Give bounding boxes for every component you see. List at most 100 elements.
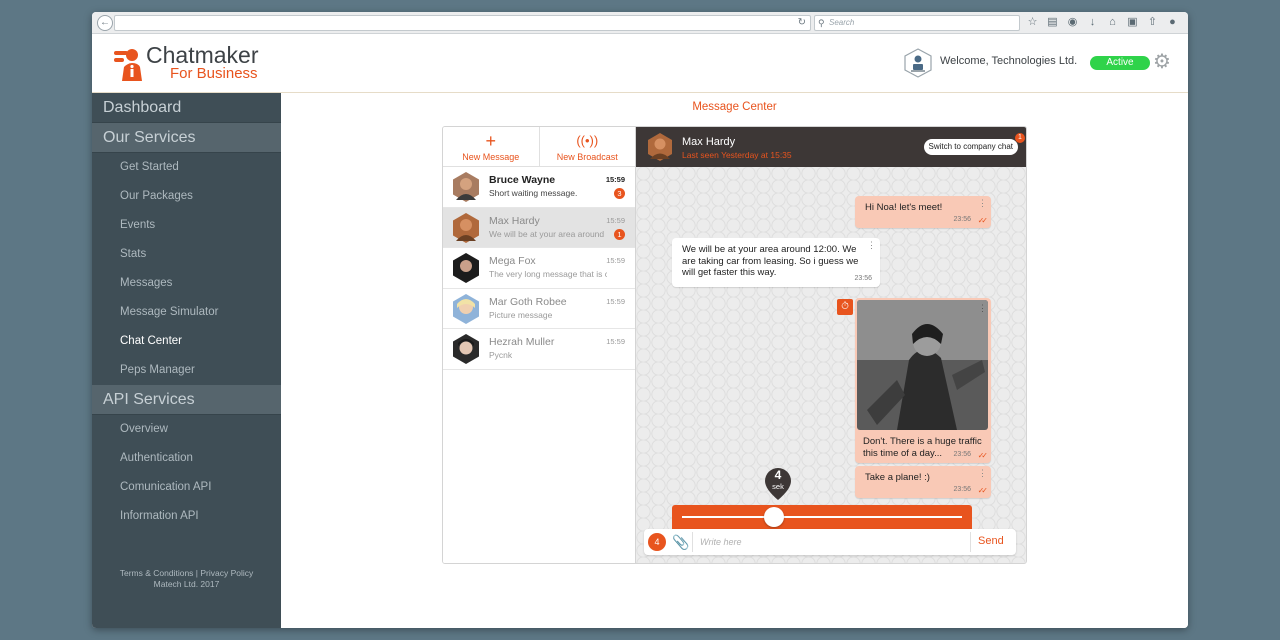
message-outgoing-picture[interactable]: ⋮ Don't. There is a huge traffic this ti… — [855, 298, 991, 463]
contact-name: Bruce Wayne — [489, 174, 556, 186]
chat-center: + New Message ((•)) New Broadcast Bruce … — [442, 126, 1027, 564]
chat-icon[interactable]: ● — [1166, 16, 1179, 29]
browser-search-input[interactable]: ⚲ Search — [814, 15, 1020, 31]
sidebar-item-get-started[interactable]: Get Started — [92, 153, 281, 182]
contact-name: Max Hardy — [489, 214, 540, 227]
reload-icon[interactable]: ↻ — [798, 17, 806, 28]
contact-name: Mar Goth Robee — [489, 295, 567, 308]
sidebar-item-comunication-api[interactable]: Comunication API — [92, 473, 281, 502]
message-outgoing[interactable]: Hi Noa! let's meet! ⋮ 23:56 ✓✓ — [855, 196, 991, 228]
download-icon[interactable]: ↓ — [1086, 16, 1099, 29]
new-broadcast-label: New Broadcast — [556, 152, 618, 162]
main-content: Message Center + New Message ((•)) New B… — [281, 93, 1188, 628]
browser-window: ← ↻ ⚲ Search ☆ ▤ ◉ ↓ ⌂ ▣ ⇧ ● ☰ C — [92, 12, 1188, 628]
contact-item[interactable]: Hezrah Muller Pycnk 15:59 — [443, 329, 635, 370]
message-text: We will be at your area around 12:00. We… — [682, 244, 859, 278]
contact-item-selected[interactable]: Max Hardy We will be at your area around… — [443, 207, 635, 248]
sidebar-item-overview[interactable]: Overview — [92, 415, 281, 444]
more-icon[interactable]: ⋮ — [978, 304, 987, 313]
chatmaker-logo-icon — [114, 49, 142, 81]
contact-last-message: The very long message that is cut — [489, 269, 607, 279]
more-icon[interactable]: ⋮ — [978, 199, 987, 208]
compose-divider — [692, 532, 693, 552]
sidebar-section-api-services[interactable]: API Services — [92, 385, 281, 415]
sidebar-item-information-api[interactable]: Information API — [92, 502, 281, 531]
footer-links[interactable]: Terms & Conditions | Privacy Policy — [92, 568, 281, 579]
pocket-icon[interactable]: ◉ — [1066, 16, 1079, 29]
message-outgoing[interactable]: Take a plane! :) ⋮ 23:56 ✓✓ — [855, 466, 991, 498]
message-input[interactable] — [700, 534, 960, 550]
clipboard-icon[interactable]: ▤ — [1046, 16, 1059, 29]
contact-item[interactable]: Mega Fox The very long message that is c… — [443, 248, 635, 289]
double-check-icon: ✓✓ — [977, 215, 989, 225]
contact-time: 15:59 — [606, 215, 625, 225]
contact-time: 15:59 — [606, 296, 625, 306]
contact-name: Hezrah Muller — [489, 336, 555, 348]
menu-icon[interactable]: ☰ — [1186, 16, 1189, 29]
switch-to-company-chat-button[interactable]: Switch to company chat — [923, 139, 1018, 155]
timer-value-number: 4 — [774, 468, 782, 482]
timer-value-unit: sek — [772, 482, 784, 491]
compose-bar: 4 📎 Send — [644, 529, 1016, 555]
new-message-button[interactable]: + New Message — [443, 127, 540, 166]
message-incoming[interactable]: We will be at your area around 12:00. We… — [672, 238, 880, 287]
message-time: 23:56 — [953, 215, 971, 223]
timer-toggle-button[interactable]: 4 — [648, 533, 666, 551]
sidebar-item-authentication[interactable]: Authentication — [92, 444, 281, 473]
sidebar-footer: Terms & Conditions | Privacy Policy Mate… — [92, 568, 281, 590]
app-header: Chatmaker For Business Welcome, Technolo… — [92, 34, 1188, 93]
brand-subtitle: For Business — [170, 65, 258, 82]
sidebar-item-peps-manager[interactable]: Peps Manager — [92, 356, 281, 385]
new-message-label: New Message — [462, 152, 520, 162]
facebook-icon[interactable]: ▣ — [1126, 16, 1139, 29]
chat-contact-name: Max Hardy — [682, 136, 736, 148]
more-icon[interactable]: ⋮ — [978, 469, 987, 478]
contact-name: Mega Fox — [489, 255, 536, 267]
chat-actions: + New Message ((•)) New Broadcast — [443, 127, 635, 167]
account-panel: Welcome, Technologies Ltd. Active ⚙ — [904, 48, 1171, 78]
url-bar[interactable]: ↻ — [114, 15, 811, 31]
brand-name: Chatmaker — [146, 42, 259, 68]
paperclip-icon[interactable]: 📎 — [672, 533, 689, 551]
more-icon[interactable]: ⋮ — [867, 241, 876, 250]
contacts-panel: + New Message ((•)) New Broadcast Bruce … — [443, 127, 636, 563]
sidebar-item-events[interactable]: Events — [92, 211, 281, 240]
back-arrow-icon[interactable]: ← — [97, 15, 113, 31]
contact-item[interactable]: Mar Goth Robee Picture message 15:59 — [443, 289, 635, 329]
sidebar-item-chat-center[interactable]: Chat Center — [92, 327, 281, 356]
notification-badge: 1 — [1015, 133, 1025, 143]
broadcast-icon: ((•)) — [576, 133, 599, 148]
star-icon[interactable]: ☆ — [1026, 16, 1039, 29]
gear-icon[interactable]: ⚙ — [1153, 52, 1171, 72]
timer-slider-track[interactable] — [682, 516, 962, 518]
double-check-icon: ✓✓ — [977, 485, 989, 495]
bookmark-icon[interactable]: ⇧ — [1146, 16, 1159, 29]
timer-slider-handle[interactable] — [764, 507, 785, 527]
avatar — [453, 172, 479, 202]
contact-time: 15:59 — [606, 256, 625, 265]
avatar[interactable] — [646, 133, 674, 161]
sidebar-item-our-packages[interactable]: Our Packages — [92, 182, 281, 211]
company-avatar-icon[interactable] — [904, 48, 932, 78]
browser-search-placeholder: Search — [829, 18, 855, 27]
sidebar-item-messages[interactable]: Messages — [92, 269, 281, 298]
browser-toolbar: ← ↻ ⚲ Search ☆ ▤ ◉ ↓ ⌂ ▣ ⇧ ● ☰ — [92, 12, 1188, 34]
contact-time: 15:59 — [606, 337, 625, 346]
footer-copyright: Matech Ltd. 2017 — [153, 579, 220, 589]
contact-item[interactable]: Bruce Wayne Short waiting message. 15:59… — [443, 167, 635, 208]
double-check-icon: ✓✓ — [977, 450, 989, 460]
message-list[interactable]: Hi Noa! let's meet! ⋮ 23:56 ✓✓ We will b… — [636, 167, 1026, 563]
sidebar-item-message-simulator[interactable]: Message Simulator — [92, 298, 281, 327]
sidebar-section-our-services[interactable]: Our Services — [92, 123, 281, 153]
home-icon[interactable]: ⌂ — [1106, 16, 1119, 29]
sidebar-item-stats[interactable]: Stats — [92, 240, 281, 269]
sidebar-item-dashboard[interactable]: Dashboard — [92, 93, 281, 123]
photo-image[interactable] — [857, 300, 988, 430]
message-text: Hi Noa! let's meet! — [865, 202, 943, 213]
page-title: Message Center — [692, 101, 777, 113]
chat-header: Max Hardy Last seen Yesterday at 15:35 S… — [636, 127, 1026, 167]
plus-icon: + — [485, 131, 496, 151]
send-button[interactable]: Send — [978, 535, 1004, 547]
new-broadcast-button[interactable]: ((•)) New Broadcast — [540, 127, 636, 166]
contact-last-message: Pycnk — [489, 350, 513, 360]
